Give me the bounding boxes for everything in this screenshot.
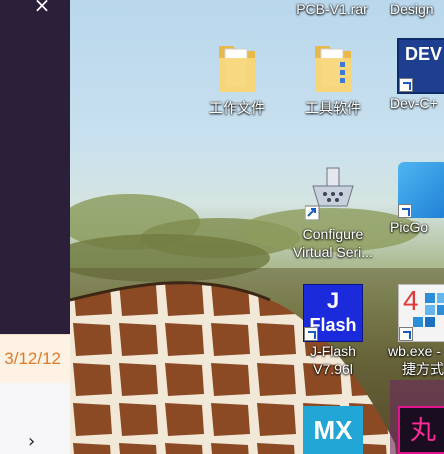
close-icon[interactable]: × [26, 0, 58, 15]
icon-label-line1: J-Flash [310, 343, 356, 359]
desktop-icon-work-folder[interactable]: 工作文件 [194, 40, 280, 117]
wb-exe-icon: 4 [398, 284, 444, 342]
cubemx-icon: MX [303, 406, 363, 454]
folder-icon [315, 46, 351, 92]
wb-tile-number: 4 [403, 285, 419, 316]
desktop-icon-stm32cubemx[interactable]: MX [290, 406, 376, 454]
shortcut-arrow-icon [399, 327, 413, 341]
side-panel: × 3/12/12 › [0, 0, 70, 454]
icon-label-line2: 捷方式 [402, 361, 444, 377]
dev-tile-text: DEV [405, 44, 443, 64]
picgo-icon [398, 162, 444, 218]
calendar-date-item[interactable]: 3/12/12 [0, 334, 70, 384]
icon-label-line1: Configure [302, 226, 364, 242]
dev-cpp-icon: DEV [397, 38, 444, 94]
serial-port-icon [304, 167, 354, 221]
app-icon: 丸 [398, 406, 444, 454]
desktop-wallpaper: PCB-V1.rar Design 工作文件 工具软件 DEV Dev-C+ C… [70, 0, 444, 454]
date-text: 3/12/12 [4, 349, 61, 368]
desktop-icon-jflash[interactable]: J Flash J-Flash V7.96l [290, 284, 376, 378]
jflash-tile-j: J [326, 288, 340, 313]
desktop-icon-picgo[interactable]: PicGo [390, 162, 444, 236]
chevron-right-icon[interactable]: › [28, 431, 35, 452]
icon-label-line2: V7.96l [313, 361, 353, 377]
icon-label-line2: Virtual Seri... [293, 244, 373, 260]
desktop-icon-wb-exe[interactable]: 4 wb.exe - 捷方式 [388, 284, 444, 378]
desktop-icon-app[interactable]: 丸 [396, 406, 444, 454]
desktop-icon-configure-virtual-serial[interactable]: Configure Virtual Seri... [290, 162, 376, 261]
icon-label: PCB-V1.rar [296, 1, 368, 17]
desktop-icon-design[interactable]: Design [390, 0, 444, 18]
icon-label-line1: wb.exe - [388, 343, 441, 359]
icon-label: Design [390, 1, 434, 17]
jflash-icon: J Flash [303, 284, 363, 342]
desktop-icon-tools-folder[interactable]: 工具软件 [290, 40, 376, 117]
desktop-icon-pcb-rar[interactable]: PCB-V1.rar [289, 0, 375, 18]
shortcut-arrow-icon [398, 204, 412, 218]
shortcut-arrow-icon [304, 327, 318, 341]
icon-label: PicGo [390, 219, 429, 235]
shortcut-arrow-icon [399, 78, 413, 92]
desktop-icon-dev-cpp[interactable]: DEV Dev-C+ [390, 38, 444, 112]
icon-label: 工作文件 [209, 100, 265, 116]
folder-icon [219, 46, 255, 92]
icon-label: 工具软件 [305, 100, 361, 116]
icon-label: Dev-C+ [390, 95, 438, 111]
